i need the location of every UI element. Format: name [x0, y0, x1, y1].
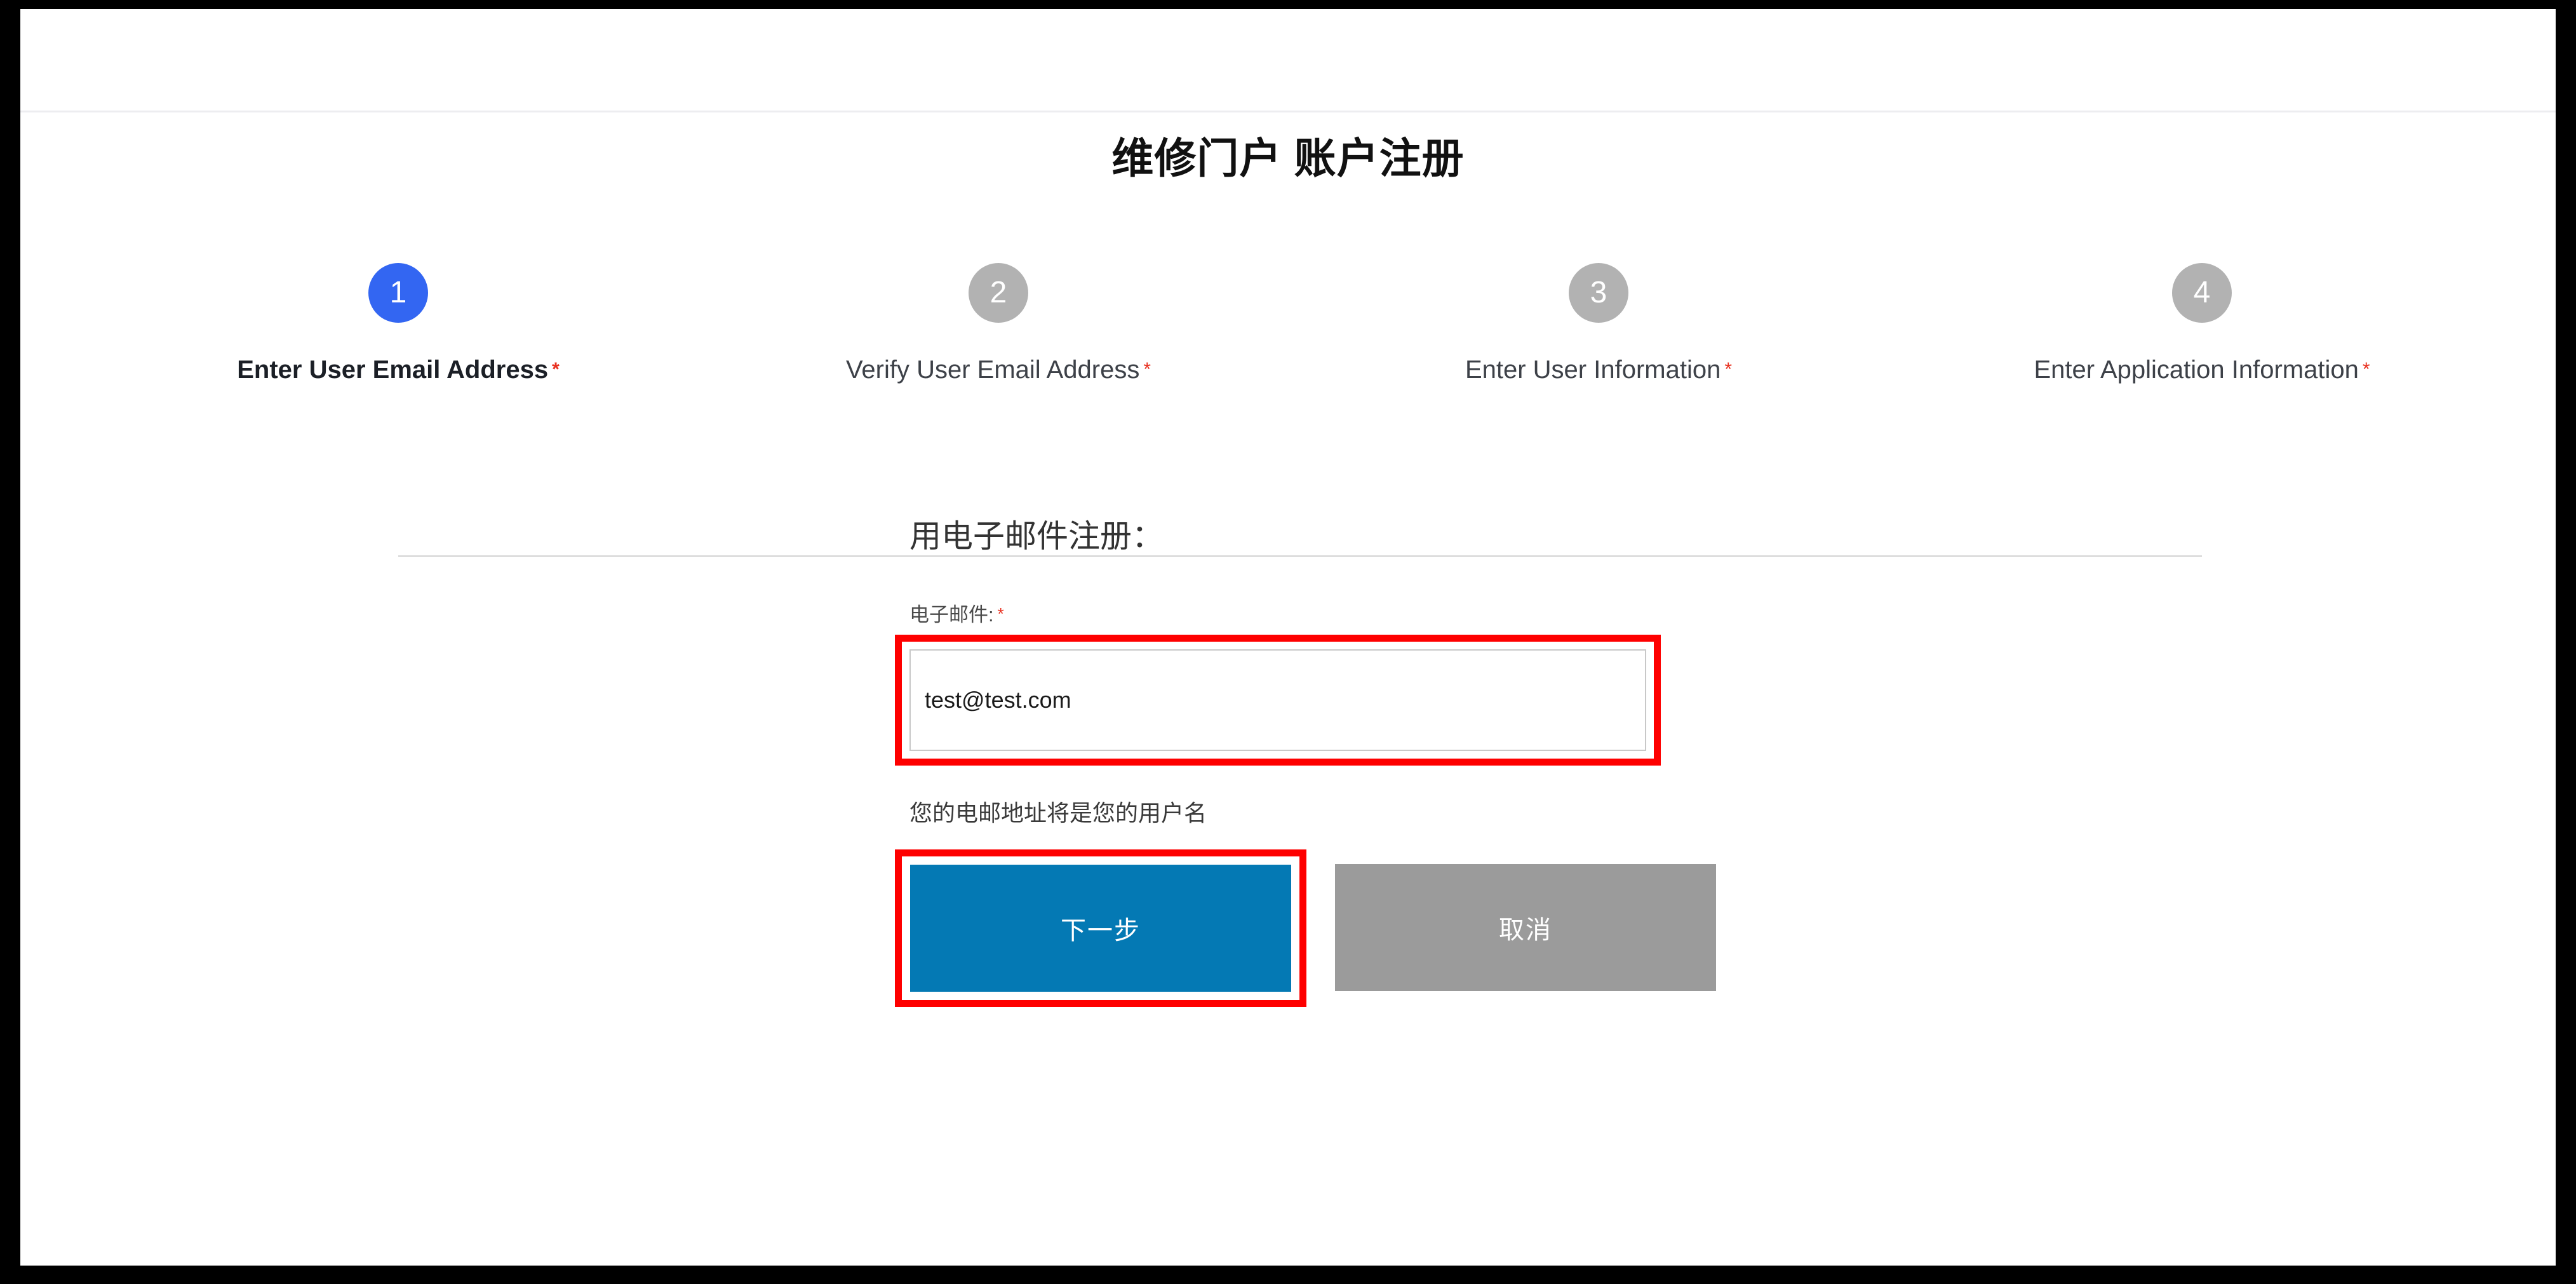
- email-input-annotation-box: [895, 635, 1661, 766]
- email-helper-text: 您的电邮地址将是您的用户名: [909, 800, 1207, 826]
- step-1-label-text: Enter User Email Address: [237, 356, 549, 384]
- form-button-row: 下一步 取消: [895, 849, 1926, 1007]
- step-4-label: Enter Application Information *: [1897, 356, 2507, 384]
- step-1-label: Enter User Email Address *: [93, 356, 703, 384]
- site-header: [20, 9, 2556, 111]
- step-3-required-asterisk: *: [1724, 359, 1733, 380]
- email-field-label: 电子邮件: *: [909, 598, 1926, 627]
- step-1-circle[interactable]: 1: [368, 263, 428, 323]
- cancel-button[interactable]: 取消: [1335, 864, 1716, 991]
- registration-stepper: 1 Enter User Email Address * 2 Verify Use…: [20, 263, 2556, 557]
- step-3-circle[interactable]: 3: [1569, 263, 1628, 323]
- step-2-required-asterisk: *: [1143, 359, 1151, 380]
- step-2-label: Verify User Email Address *: [694, 356, 1303, 384]
- page-title: 维修门户 账户注册: [1111, 135, 1465, 182]
- stepper-step-4[interactable]: 4 Enter Application Information *: [1897, 263, 2507, 384]
- step-4-circle[interactable]: 4: [2172, 263, 2232, 323]
- step-3-label-text: Enter User Information: [1465, 356, 1721, 384]
- stepper-step-2[interactable]: 2 Verify User Email Address *: [694, 263, 1303, 384]
- form-heading: 用电子邮件注册：: [909, 518, 1164, 554]
- step-2-label-text: Verify User Email Address: [845, 356, 1140, 384]
- header-divider: [20, 111, 2556, 112]
- stepper-step-3[interactable]: 3 Enter User Information *: [1294, 263, 1903, 384]
- step-1-required-asterisk: *: [552, 359, 560, 380]
- stepper-step-1[interactable]: 1 Enter User Email Address *: [93, 263, 703, 384]
- step-3-label: Enter User Information *: [1294, 356, 1903, 384]
- step-4-label-text: Enter Application Information: [2034, 356, 2359, 384]
- step-2-circle[interactable]: 2: [969, 263, 1028, 323]
- next-button[interactable]: 下一步: [910, 865, 1291, 992]
- step-4-required-asterisk: *: [2362, 359, 2370, 380]
- email-field-label-text: 电子邮件:: [909, 604, 994, 626]
- email-required-asterisk: *: [997, 604, 1004, 623]
- registration-page: 维修门户 账户注册 1 Enter User Email Address * 2 …: [20, 9, 2556, 1266]
- next-button-annotation-box: 下一步: [895, 849, 1306, 1007]
- email-input[interactable]: [909, 649, 1646, 751]
- screenshot-viewport: 维修门户 账户注册 1 Enter User Email Address * 2 …: [0, 0, 2576, 1284]
- email-registration-form: 用电子邮件注册： 电子邮件:* 您的电邮地址将是您的用户名 下一步 取消: [895, 511, 1926, 1007]
